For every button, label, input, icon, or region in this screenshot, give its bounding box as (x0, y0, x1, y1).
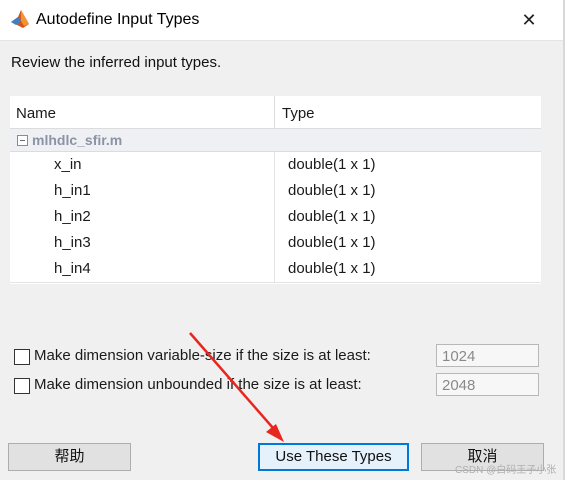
column-header-name[interactable]: Name (16, 105, 56, 122)
title-bar: Autodefine Input Types ✕ (0, 0, 563, 41)
cell-divider (274, 178, 275, 204)
table-row[interactable]: h_in4 double(1 x 1) (10, 256, 541, 283)
table-header: Name Type (10, 96, 541, 129)
column-header-type[interactable]: Type (282, 105, 315, 122)
input-name: h_in4 (54, 260, 91, 277)
input-type[interactable]: double(1 x 1) (288, 156, 376, 173)
unbounded-threshold-field[interactable]: 2048 (436, 373, 539, 396)
unbounded-label[interactable]: Make dimension unbounded if the size is … (34, 376, 362, 393)
table-row[interactable]: h_in1 double(1 x 1) (10, 178, 541, 205)
matlab-icon (11, 10, 29, 28)
column-divider[interactable] (274, 96, 275, 128)
input-name: x_in (54, 156, 82, 173)
unbounded-checkbox[interactable] (14, 378, 30, 394)
cell-divider (274, 204, 275, 230)
table-row[interactable]: h_in2 double(1 x 1) (10, 204, 541, 231)
variable-size-threshold-field[interactable]: 1024 (436, 344, 539, 367)
variable-size-label[interactable]: Make dimension variable-size if the size… (34, 347, 371, 364)
input-type[interactable]: double(1 x 1) (288, 260, 376, 277)
input-name: h_in2 (54, 208, 91, 225)
instruction-text: Review the inferred input types. (11, 54, 222, 71)
unbounded-option: Make dimension unbounded if the size is … (14, 375, 434, 397)
cell-divider (274, 152, 275, 178)
input-types-table: Name Type mlhdlc_sfir.m x_in double(1 x … (10, 96, 541, 284)
help-button[interactable]: 帮助 (8, 443, 131, 471)
cell-divider (274, 256, 275, 282)
table-row[interactable]: x_in double(1 x 1) (10, 152, 541, 179)
use-these-types-button[interactable]: Use These Types (258, 443, 409, 471)
input-type[interactable]: double(1 x 1) (288, 208, 376, 225)
input-type[interactable]: double(1 x 1) (288, 234, 376, 251)
input-name: h_in1 (54, 182, 91, 199)
window-title: Autodefine Input Types (36, 11, 200, 28)
input-name: h_in3 (54, 234, 91, 251)
function-group-row[interactable]: mlhdlc_sfir.m (10, 129, 541, 152)
variable-size-checkbox[interactable] (14, 349, 30, 365)
function-name: mlhdlc_sfir.m (32, 132, 123, 148)
variable-size-option: Make dimension variable-size if the size… (14, 346, 434, 368)
input-type[interactable]: double(1 x 1) (288, 182, 376, 199)
cell-divider (274, 230, 275, 256)
table-row[interactable]: h_in3 double(1 x 1) (10, 230, 541, 257)
watermark-text: CSDN @白码王子小张 (455, 465, 557, 476)
collapse-minus-icon[interactable] (17, 135, 28, 146)
close-button[interactable]: ✕ (512, 4, 546, 36)
